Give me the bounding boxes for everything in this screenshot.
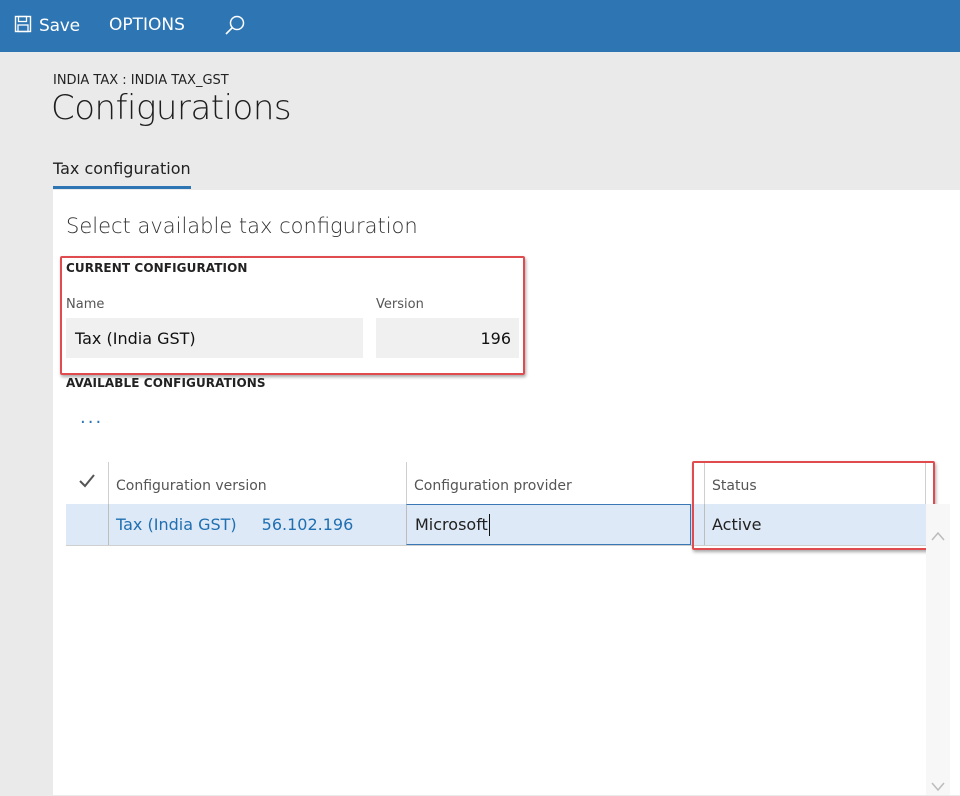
select-all-checkbox[interactable] <box>66 462 108 504</box>
current-configuration-highlight <box>60 256 525 375</box>
grid-scrollbar[interactable] <box>926 504 950 795</box>
tax-configuration-panel: Select available tax configuration CURRE… <box>53 190 960 795</box>
configuration-version-cell: Tax (India GST) 56.102.196 <box>108 504 406 545</box>
save-label: Save <box>39 16 80 36</box>
checkmark-icon <box>78 472 96 494</box>
scroll-down-icon[interactable] <box>931 777 945 796</box>
save-icon <box>14 15 32 38</box>
breadcrumb: INDIA TAX : INDIA TAX_GST <box>53 73 229 88</box>
search-icon[interactable] <box>223 14 247 42</box>
configuration-version-number[interactable]: 56.102.196 <box>262 515 354 534</box>
section-heading: Select available tax configuration <box>66 214 418 238</box>
more-options-button[interactable]: ··· <box>80 412 103 433</box>
column-header-configuration-provider[interactable]: Configuration provider <box>406 462 704 504</box>
options-button[interactable]: OPTIONS <box>109 15 185 35</box>
page-title: Configurations <box>51 88 292 128</box>
status-column-highlight <box>692 461 935 550</box>
column-header-configuration-version[interactable]: Configuration version <box>108 462 406 504</box>
configuration-name-link[interactable]: Tax (India GST) <box>116 515 237 534</box>
configuration-provider-input[interactable]: Microsoft <box>406 504 691 545</box>
scroll-up-icon[interactable] <box>931 526 945 545</box>
provider-value: Microsoft <box>415 515 488 534</box>
action-bar: Save OPTIONS <box>0 0 960 52</box>
tab-tax-configuration[interactable]: Tax configuration <box>53 159 191 189</box>
text-cursor <box>488 513 490 536</box>
save-button[interactable]: Save <box>14 12 80 40</box>
row-selector[interactable] <box>66 504 108 545</box>
available-configurations-label: AVAILABLE CONFIGURATIONS <box>66 376 266 390</box>
